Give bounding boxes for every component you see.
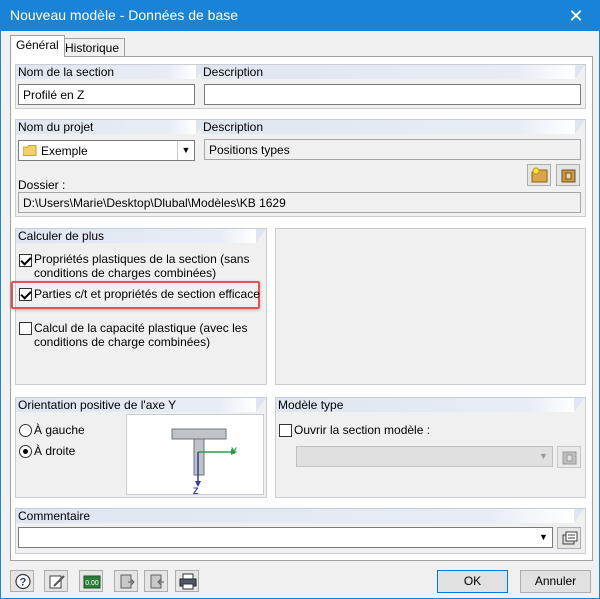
print-icon xyxy=(179,573,197,590)
print-button[interactable] xyxy=(175,570,199,592)
section-description-header: Description xyxy=(201,65,585,79)
orientation-right-label: À droite xyxy=(34,444,76,458)
help-icon: ? xyxy=(15,573,31,590)
project-description-header: Description xyxy=(201,120,585,134)
project-name-header: Nom du projet xyxy=(16,120,206,134)
folder-path-field: D:\Users\Marie\Desktop\Dlubal\Modèles\KB… xyxy=(18,192,581,213)
export-button[interactable] xyxy=(114,570,138,592)
plastic-properties-label-line1: Propriétés plastiques de la section (san… xyxy=(34,252,250,266)
folder-icon xyxy=(23,145,37,156)
edit-button[interactable] xyxy=(44,570,68,592)
plastic-properties-checkbox[interactable] xyxy=(19,254,32,267)
ct-parts-label: Parties c/t et propriétés de section eff… xyxy=(34,287,260,301)
units-icon: 0.00 xyxy=(83,575,101,589)
units-button[interactable]: 0.00 xyxy=(79,570,103,592)
orientation-left-radio[interactable] xyxy=(19,424,32,437)
manage-projects-button[interactable] xyxy=(556,164,580,186)
tab-general[interactable]: Général xyxy=(10,35,65,57)
orientation-right-radio[interactable] xyxy=(19,445,32,458)
svg-text:?: ? xyxy=(20,577,27,589)
new-folder-icon xyxy=(531,167,548,183)
t-section-preview: Y Z xyxy=(126,414,264,496)
chevron-down-icon[interactable]: ▼ xyxy=(535,528,552,547)
axis-y-label: Y xyxy=(231,446,238,456)
orientation-left-label: À gauche xyxy=(34,423,85,437)
export-icon xyxy=(120,574,135,589)
chevron-down-icon[interactable]: ▼ xyxy=(535,447,552,466)
orientation-header: Orientation positive de l'axe Y xyxy=(16,398,266,412)
plastic-properties-label: Propriétés plastiques de la section (san… xyxy=(34,252,249,280)
comment-header: Commentaire xyxy=(16,509,584,523)
tab-history[interactable]: Historique xyxy=(59,38,126,57)
comment-library-button[interactable] xyxy=(557,527,581,549)
plastic-capacity-label: Calcul de la capacité plastique (avec le… xyxy=(34,321,247,349)
title-bar[interactable]: Nouveau modèle - Données de base ✕ xyxy=(1,1,599,31)
plastic-capacity-label-line1: Calcul de la capacité plastique (avec le… xyxy=(34,321,248,335)
template-manager-icon xyxy=(562,451,577,465)
import-button[interactable] xyxy=(144,570,168,592)
open-template-checkbox[interactable] xyxy=(279,424,292,437)
project-name-value: Exemple xyxy=(41,144,88,158)
axis-z-label: Z xyxy=(193,486,199,496)
help-button[interactable]: ? xyxy=(10,570,34,592)
template-combo[interactable]: ▼ xyxy=(296,446,553,467)
svg-text:0.00: 0.00 xyxy=(85,580,99,587)
template-header: Modèle type xyxy=(276,398,584,412)
plastic-capacity-label-line2: conditions de charge combinées) xyxy=(34,335,211,349)
close-button[interactable]: ✕ xyxy=(553,1,599,31)
project-name-combo[interactable]: Exemple ▼ xyxy=(18,140,195,161)
ok-button[interactable]: OK xyxy=(437,570,508,593)
folder-label: Dossier : xyxy=(18,178,66,192)
t-section-icon xyxy=(171,428,237,487)
ct-parts-checkbox[interactable] xyxy=(19,288,32,301)
project-manager-icon xyxy=(561,169,576,183)
section-name-input[interactable]: Profilé en Z xyxy=(18,84,195,105)
cancel-button[interactable]: Annuler xyxy=(520,570,591,593)
plastic-properties-label-line2: conditions de charges combinées) xyxy=(34,266,217,280)
dialog-window: Nouveau modèle - Données de base ✕ Génér… xyxy=(0,0,600,599)
comment-combo[interactable]: ▼ xyxy=(18,527,553,548)
edit-icon xyxy=(49,575,65,589)
new-project-button[interactable] xyxy=(527,164,551,186)
open-template-label: Ouvrir la section modèle : xyxy=(294,423,431,437)
import-icon xyxy=(150,574,164,589)
calculate-header: Calculer de plus xyxy=(16,229,266,243)
chevron-down-icon[interactable]: ▼ xyxy=(177,141,194,160)
section-description-input[interactable] xyxy=(204,84,581,105)
section-name-header: Nom de la section xyxy=(16,65,206,79)
window-title: Nouveau modèle - Données de base xyxy=(10,7,239,23)
plastic-capacity-checkbox[interactable] xyxy=(19,322,32,335)
project-description-field: Positions types xyxy=(204,139,581,160)
template-browse-button[interactable] xyxy=(557,446,581,468)
empty-panel xyxy=(275,228,586,385)
comment-library-icon xyxy=(562,531,578,545)
